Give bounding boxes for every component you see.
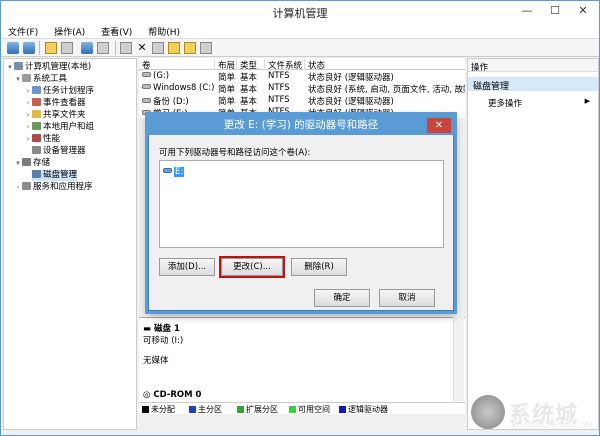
drive-path-list[interactable]: E:: [159, 160, 444, 248]
actions-header: 操作: [468, 59, 598, 73]
tree-performance[interactable]: › 性能: [24, 134, 60, 145]
watermark-logo-icon: [471, 395, 505, 429]
dialog-prompt: 可用下列驱动器号和路径访问这个卷(A):: [159, 148, 311, 158]
watermark: 系统城 XITONGCHENG.COM: [467, 393, 597, 433]
menu-bar: 文件(F) 操作(A) 查看(V) 帮助(H): [1, 23, 599, 39]
legend-swatch-primary: [189, 406, 196, 413]
drive-icon: [163, 168, 172, 173]
disk-graphical-view: ▬ 磁盘 1 可移动 (I:) 无媒体 ◎ CD-ROM 0: [139, 317, 465, 413]
disk1-label[interactable]: ▬ 磁盘 1: [143, 322, 180, 334]
tree-services-apps[interactable]: › 服务和应用程序: [14, 182, 93, 193]
tree-event-viewer[interactable]: › 事件查看器: [24, 98, 86, 109]
table-row[interactable]: (G:) 简单 基本 NTFS 状态良好 (逻辑驱动器): [139, 71, 465, 83]
legend: 未分配 主分区 扩展分区 可用空间 逻辑驱动器: [139, 402, 465, 414]
list-item[interactable]: E:: [163, 167, 185, 177]
storage-icon: [22, 158, 31, 166]
actions-section-disk-management[interactable]: 磁盘管理: [468, 77, 598, 92]
legend-swatch-free: [289, 406, 296, 413]
delete-x-icon[interactable]: ✕: [136, 42, 148, 54]
cd-icon: ◎: [143, 390, 151, 400]
table-row[interactable]: 备份 (D:) 简单 基本 NTFS 状态良好 (逻辑驱动器): [139, 95, 465, 107]
drive-icon: [142, 98, 151, 103]
show-hide-tree-icon[interactable]: [61, 42, 73, 54]
table-row[interactable]: Windows8 (C:) 简单 基本 NTFS 状态良好 (系统, 启动, 页…: [139, 83, 465, 95]
folder-icon: [32, 110, 41, 118]
minimize-button[interactable]: —: [513, 1, 541, 21]
change-button[interactable]: 更改(C)...: [219, 256, 285, 278]
legend-swatch-logical: [339, 406, 346, 413]
refresh-icon[interactable]: [120, 42, 132, 54]
col-layout[interactable]: 布局: [215, 59, 237, 71]
close-button[interactable]: ✕: [569, 1, 597, 21]
tree-system-tools[interactable]: ▾ 系统工具: [14, 74, 67, 85]
chevron-right-icon: ▶: [584, 97, 590, 105]
users-icon: [32, 122, 41, 130]
up-folder-icon[interactable]: [45, 42, 57, 54]
removable-label: 可移动 (I:): [143, 336, 184, 346]
cdrom-label[interactable]: ◎ CD-ROM 0: [143, 390, 201, 400]
window-title: 计算机管理: [272, 7, 328, 20]
menu-action[interactable]: 操作(A): [47, 23, 91, 38]
tree-root[interactable]: ▾ 计算机管理(本地): [6, 62, 91, 73]
menu-file[interactable]: 文件(F): [1, 23, 44, 38]
more-actions-link[interactable]: 更多操作: [488, 97, 522, 109]
toolbar: ✕: [1, 39, 599, 57]
disk-icon: [32, 170, 41, 178]
tree-device-manager[interactable]: 设备管理器: [32, 146, 86, 157]
forward-arrow-icon[interactable]: [23, 42, 35, 54]
computer-icon: [14, 62, 23, 70]
tree-storage[interactable]: ▾ 存储: [14, 158, 50, 169]
back-arrow-icon[interactable]: [7, 42, 19, 54]
services-icon: [22, 182, 31, 190]
performance-icon: [32, 134, 41, 142]
drive-icon: [142, 84, 151, 89]
ok-button[interactable]: 确定: [314, 289, 370, 307]
properties-icon[interactable]: [97, 42, 109, 54]
actions-pane: 操作 磁盘管理 更多操作 ▶: [467, 58, 599, 430]
volume-list: (G:) 简单 基本 NTFS 状态良好 (逻辑驱动器) Windows8 (C…: [139, 70, 465, 118]
clock-icon: [32, 86, 41, 94]
title-bar: 计算机管理 — ☐ ✕: [1, 1, 599, 23]
maximize-button[interactable]: ☐: [541, 1, 569, 21]
cancel-button[interactable]: 取消: [379, 289, 435, 307]
drive-icon: [142, 72, 151, 77]
device-icon: [32, 146, 41, 154]
tree-shared-folders[interactable]: › 共享文件夹: [24, 110, 86, 121]
dialog-title: 更改 E: (学习) 的驱动器号和路径: [148, 115, 454, 135]
col-status[interactable]: 状态: [305, 59, 465, 71]
search-folder-icon[interactable]: [184, 42, 196, 54]
legend-swatch-extended: [237, 406, 244, 413]
menu-help[interactable]: 帮助(H): [141, 23, 186, 38]
add-button[interactable]: 添加(D)...: [159, 258, 215, 276]
event-icon: [32, 98, 41, 106]
menu-view[interactable]: 查看(V): [94, 23, 138, 38]
settings-icon[interactable]: [200, 42, 212, 54]
tree-task-scheduler[interactable]: › 任务计划程序: [24, 86, 94, 97]
col-volume[interactable]: 卷: [139, 59, 215, 71]
volume-list-header: 卷 布局 类型 文件系统 状态: [139, 58, 465, 71]
lower-scrollbar[interactable]: [453, 317, 464, 401]
open-folder-icon[interactable]: [168, 42, 180, 54]
col-filesystem[interactable]: 文件系统: [265, 59, 305, 71]
remove-button[interactable]: 删除(R): [291, 258, 347, 276]
tree-local-users[interactable]: › 本地用户和组: [24, 122, 94, 133]
navigation-tree: ▾ 计算机管理(本地) ▾ 系统工具 › 任务计划程序 › 事件查看器 › 共享文件夹 ›…: [3, 58, 137, 430]
legend-swatch-unallocated: [142, 406, 149, 413]
dialog-close-button[interactable]: ✕: [427, 118, 451, 133]
no-media-label: 无媒体: [143, 356, 169, 366]
check-icon[interactable]: [152, 42, 164, 54]
help-icon[interactable]: [81, 42, 93, 54]
change-drive-letter-dialog: 更改 E: (学习) 的驱动器号和路径 ✕ 可用下列驱动器号和路径访问这个卷(A…: [148, 115, 454, 311]
tools-icon: [22, 74, 31, 82]
col-type[interactable]: 类型: [237, 59, 265, 71]
tree-disk-management[interactable]: 磁盘管理: [32, 170, 78, 181]
